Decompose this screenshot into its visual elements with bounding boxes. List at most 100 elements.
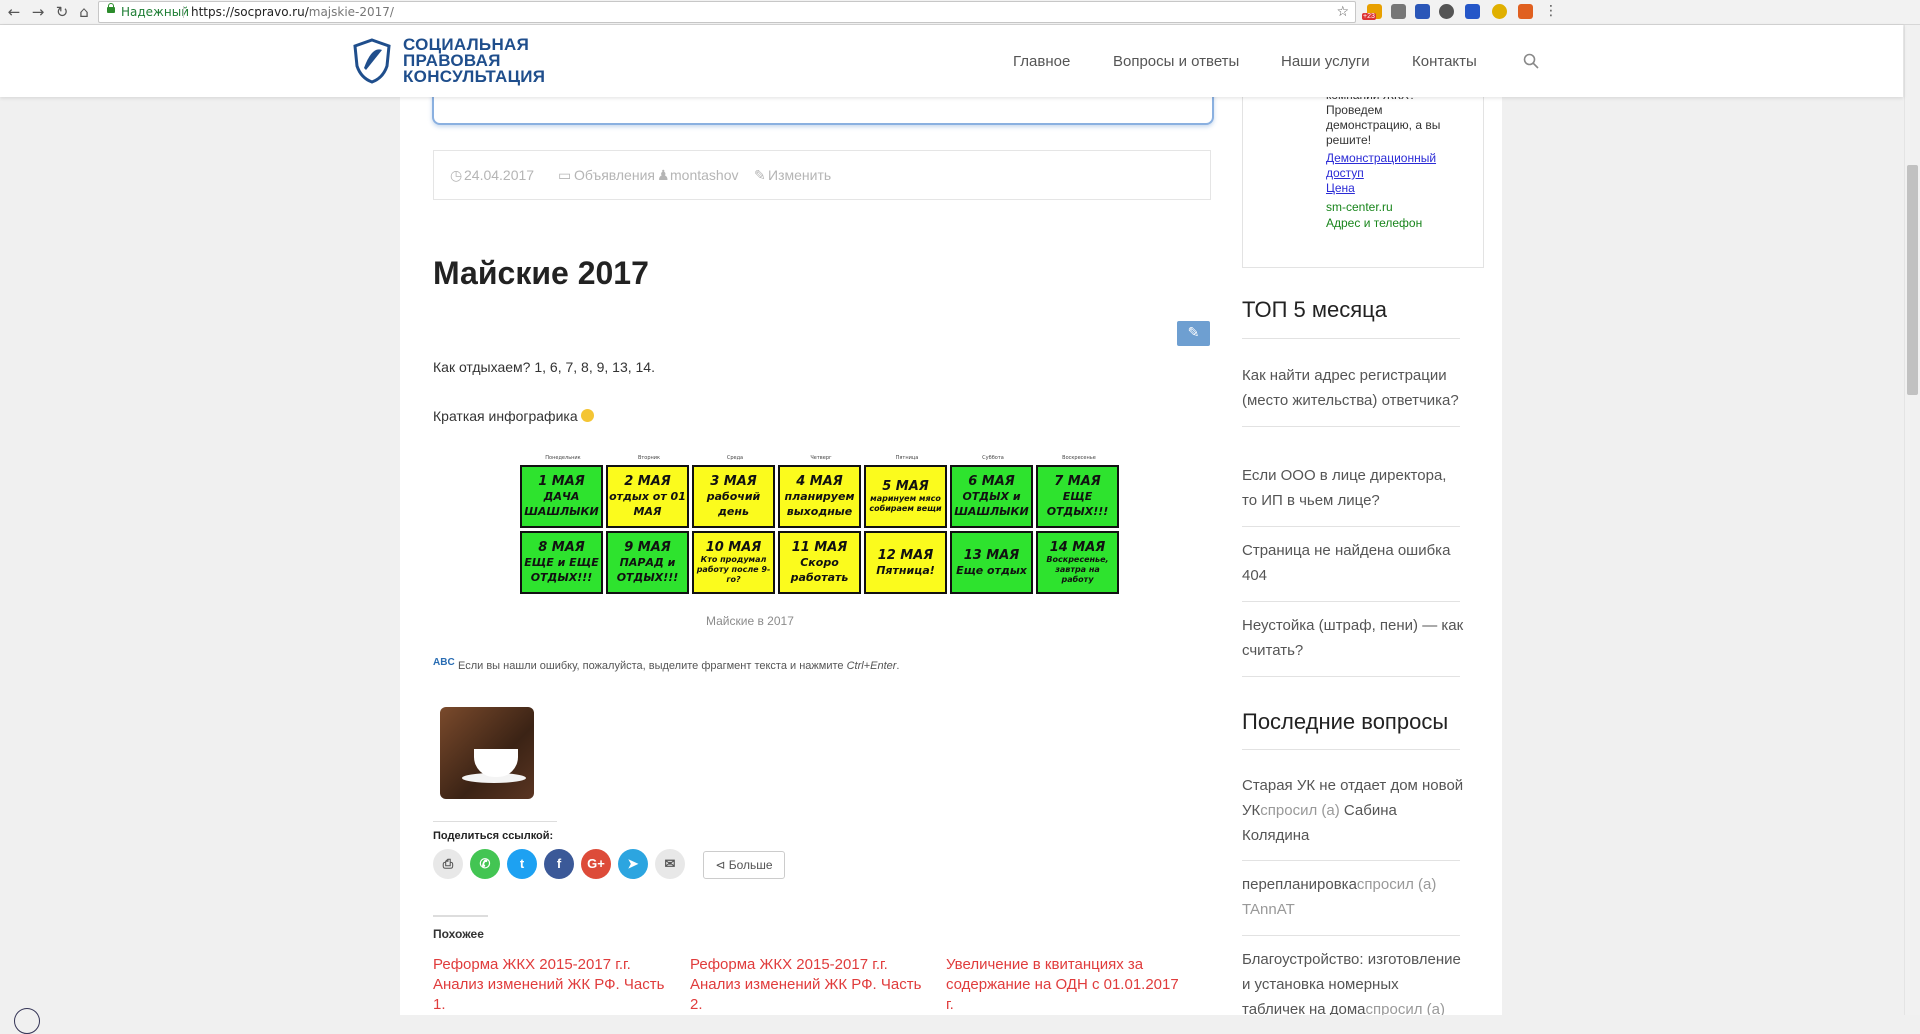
shield-extension-icon[interactable] xyxy=(1465,4,1480,19)
recent-question-2[interactable]: перепланировка xyxy=(1242,876,1357,893)
forward-arrow-icon[interactable]: → xyxy=(28,2,48,22)
post-category[interactable]: Объявления xyxy=(574,151,655,199)
edit-note-button[interactable]: ✎ xyxy=(1177,321,1210,346)
weekday-header: Воскресенье xyxy=(1062,455,1096,461)
post-edit-link[interactable]: Изменить xyxy=(768,151,831,199)
page-scrollbar[interactable] xyxy=(1904,25,1920,1015)
logo-shield-icon[interactable] xyxy=(352,38,392,84)
top5-item-2[interactable]: Если ООО в лице директора, то ИП в чьем … xyxy=(1242,463,1464,513)
calendar-day-cell: 14 МАЯ Воскресенье, завтра на работу xyxy=(1036,531,1119,594)
browser-toolbar: ← → ↻ ⌂ Надежный https://socpravo.ru/maj… xyxy=(0,0,1920,25)
promo-line-4: решите! xyxy=(1326,133,1372,147)
top5-item-1[interactable]: Как найти адрес регистрации (место жител… xyxy=(1242,363,1464,413)
recent-meta-1: спросил (а) xyxy=(1260,802,1344,819)
share-more-label: Больше xyxy=(728,858,773,872)
recent-item-3[interactable]: Благоустройство: изготовление и установк… xyxy=(1242,947,1464,1015)
calendar-day-date: 8 МАЯ xyxy=(538,540,585,555)
user-icon: ♟ xyxy=(657,167,670,183)
post-author[interactable]: montashov xyxy=(670,151,738,199)
calendar-day-date: 3 МАЯ xyxy=(710,474,757,489)
whatsapp-icon[interactable]: ✆ xyxy=(470,849,500,879)
error-notice-prefix: Если вы нашли ошибку, пожалуйста, выдели… xyxy=(458,659,847,672)
calendar-day-date: 14 МАЯ xyxy=(1049,540,1106,555)
telegram-icon[interactable]: ➤ xyxy=(618,849,648,879)
main-content: ◷ 24.04.2017 ▭ Объявления ♟ montashov ✎ … xyxy=(400,89,1222,1015)
recent-meta-2: спросил (а) xyxy=(1356,876,1437,893)
calendar-day-note: ОТДЫХ и ШАШЛЫКИ xyxy=(954,490,1029,518)
corner-widget-icon[interactable] xyxy=(14,1008,40,1034)
calendar-day-note: маринуем мясо собираем вещи xyxy=(869,494,942,513)
may-infographic[interactable]: Понедельник Вторник Среда Четверг Пятница Суб… xyxy=(520,455,1124,596)
paragraph-1-days: 1, 6, 7, 8, 9, 13, 14. xyxy=(534,359,655,375)
bookmark-star-icon[interactable]: ☆ xyxy=(1336,2,1349,22)
recent-item-2[interactable]: перепланировкаспросил (а) TAnnAT xyxy=(1242,872,1464,922)
email-icon[interactable]: ✉ xyxy=(655,849,685,879)
globe-icon[interactable] xyxy=(1439,4,1454,19)
recent-item-1[interactable]: Старая УК не отдает дом новой УКспросил … xyxy=(1242,773,1464,848)
bookmark-extension-icon[interactable] xyxy=(1415,4,1430,19)
reload-icon[interactable]: ↻ xyxy=(52,2,72,22)
lock-icon xyxy=(107,3,115,13)
promo-price-link[interactable]: Цена xyxy=(1326,181,1355,196)
calendar-day-date: 4 МАЯ xyxy=(796,474,843,489)
promo-demo-link-2[interactable]: доступ xyxy=(1326,166,1364,181)
calendar-day-date: 9 МАЯ xyxy=(624,540,671,555)
twitter-icon[interactable]: t xyxy=(507,849,537,879)
nav-contacts[interactable]: Контакты xyxy=(1412,53,1477,70)
related-link-3[interactable]: Увеличение в квитанциях за содержание на… xyxy=(946,955,1186,1015)
logo-line-3: КОНСУЛЬТАЦИЯ xyxy=(403,67,546,86)
post-date[interactable]: 24.04.2017 xyxy=(464,151,534,199)
calendar-day-cell: 9 МАЯ ПАРАД и ОТДЫХ!!! xyxy=(606,531,689,594)
folder-icon: ▭ xyxy=(558,167,572,183)
promo-site[interactable]: sm-center.ru xyxy=(1326,200,1393,215)
error-notice: ABC Если вы нашли ошибку, пожалуйста, выд… xyxy=(433,657,899,675)
nav-home[interactable]: Главное xyxy=(1013,53,1070,70)
promo-contacts[interactable]: Адрес и телефон xyxy=(1326,216,1422,231)
top5-item-3[interactable]: Страница не найдена ошибка 404 xyxy=(1242,538,1464,588)
spellcheck-icon: ABC xyxy=(433,657,455,668)
share-more-button[interactable]: ⊲ Больше xyxy=(703,851,785,879)
promo-line-2: Проведем xyxy=(1326,103,1383,117)
related-link-2[interactable]: Реформа ЖКХ 2015-2017 г.г. Анализ измене… xyxy=(690,955,930,1015)
weekday-header: Четверг xyxy=(810,455,832,461)
calendar-day-note: ДАЧА ШАШЛЫКИ xyxy=(524,490,599,518)
calendar-day-note: ЕЩЕ ОТДЫХ!!! xyxy=(1046,490,1109,518)
coin-extension-icon[interactable] xyxy=(1492,4,1507,19)
nav-services[interactable]: Наши услуги xyxy=(1281,53,1370,70)
top5-item-4[interactable]: Неустойка (штраф, пени) — как считать? xyxy=(1242,613,1464,663)
top5-divider-1 xyxy=(1242,426,1460,427)
calendar-day-note: Скоро работать xyxy=(790,556,849,584)
print-icon[interactable]: ⎙ xyxy=(433,849,463,879)
coffee-cup-image[interactable] xyxy=(440,707,534,799)
promo-demo-link[interactable]: Демонстрационный xyxy=(1326,151,1436,166)
calendar-day-note: ПАРАД и ОТДЫХ!!! xyxy=(616,556,679,584)
calendar-day-note: Кто продумал работу после 9-го? xyxy=(696,555,771,584)
scrollbar-thumb[interactable] xyxy=(1907,165,1918,395)
home-icon[interactable]: ⌂ xyxy=(74,2,94,22)
address-bar[interactable]: Надежный https://socpravo.ru/majskie-201… xyxy=(98,1,1356,23)
calendar-day-date: 1 МАЯ xyxy=(538,474,585,489)
error-notice-suffix: . xyxy=(896,659,900,672)
menu-dots-icon[interactable]: ⋮ xyxy=(1544,4,1559,19)
facebook-icon[interactable]: f xyxy=(544,849,574,879)
error-notice-keys: Ctrl+Enter xyxy=(846,659,897,672)
mail-icon[interactable] xyxy=(1391,4,1406,19)
secure-label: Надежный xyxy=(121,5,189,19)
calendar-day-cell: 2 МАЯ отдых от 01 МАЯ xyxy=(606,465,689,528)
weekday-header: Среда xyxy=(726,455,744,461)
url-text[interactable]: https://socpravo.ru/majskie-2017/ xyxy=(191,2,394,22)
nav-questions[interactable]: Вопросы и ответы xyxy=(1113,53,1239,70)
calendar-day-cell: 12 МАЯ Пятница! xyxy=(864,531,947,594)
back-arrow-icon[interactable]: ← xyxy=(4,2,24,22)
calendar-day-note: отдых от 01 МАЯ xyxy=(609,490,686,518)
related-link-1[interactable]: Реформа ЖКХ 2015-2017 г.г. Анализ измене… xyxy=(433,955,673,1015)
recent-user-2[interactable]: TAnnAT xyxy=(1242,901,1295,918)
paragraph-2-text: Краткая инфографика xyxy=(433,408,578,424)
weekday-header: Пятница xyxy=(895,455,919,461)
site-logo-text[interactable]: СОЦИАЛЬНАЯ ПРАВОВАЯ КОНСУЛЬТАЦИЯ xyxy=(403,36,546,86)
related-title: Похожее xyxy=(433,915,488,941)
google-plus-icon[interactable]: G+ xyxy=(581,849,611,879)
search-icon[interactable] xyxy=(1523,53,1539,69)
recent-divider-1 xyxy=(1242,860,1460,861)
image-extension-icon[interactable] xyxy=(1518,4,1533,19)
